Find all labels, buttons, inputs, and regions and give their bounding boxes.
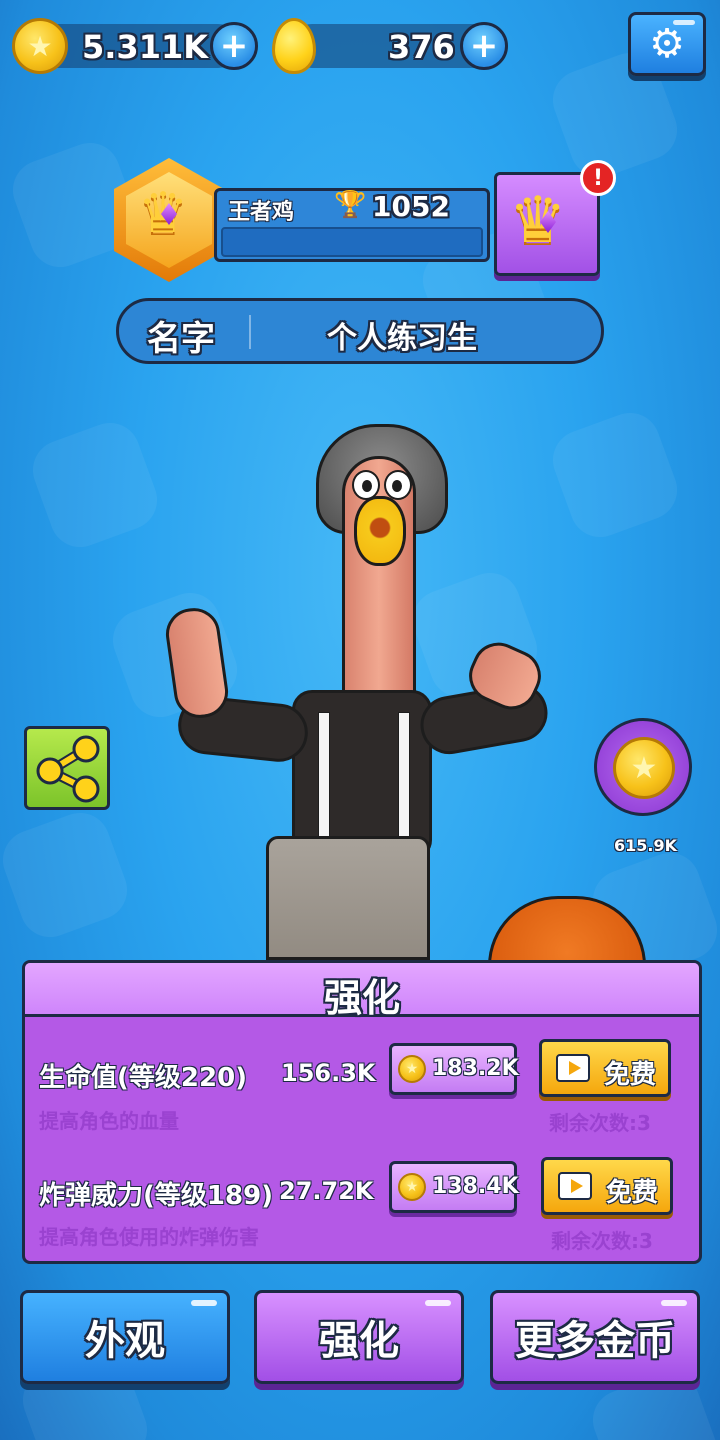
- coin-icon: ★: [398, 1055, 426, 1083]
- rank-title: 王者鸡: [228, 200, 295, 225]
- button-shine: [191, 1300, 217, 1306]
- video-play-icon: [556, 1054, 590, 1082]
- name-label: 名字: [147, 319, 215, 359]
- button-shine: [425, 1300, 451, 1306]
- trophy-icon: 🏆: [334, 190, 367, 220]
- free-upgrade-button[interactable]: 免费: [541, 1157, 673, 1215]
- crown-icon: ♛: [509, 184, 567, 258]
- stat-description: 提高角色的血量: [39, 1109, 179, 1133]
- coin-reward-amount: 615.9K: [614, 836, 678, 855]
- tab-label: 强化: [319, 1318, 399, 1364]
- add-gold-button[interactable]: +: [210, 22, 258, 70]
- upgrade-panel-title: 强化: [323, 976, 400, 1020]
- remaining-uses: 剩余次数:3: [549, 1111, 651, 1135]
- tab-upgrade[interactable]: 强化: [254, 1290, 464, 1384]
- share-button[interactable]: [24, 726, 110, 810]
- gear-icon: ⚙: [649, 21, 685, 67]
- stat-description: 提高角色使用的炸弹伤害: [39, 1225, 259, 1249]
- upgrade-panel: 强化 生命值(等级220) 156.3K ★ 183.2K 免费 提高角色的血量…: [22, 960, 702, 1264]
- rank-progress-bar: [221, 227, 483, 257]
- alert-badge: !: [580, 160, 616, 196]
- player-name: 个人练习生: [327, 321, 477, 356]
- remaining-uses: 剩余次数:3: [551, 1229, 653, 1253]
- trophy-count: 1052: [372, 190, 450, 223]
- free-label: 免费: [604, 1060, 657, 1090]
- upgrade-cost: 138.4K: [432, 1174, 519, 1199]
- settings-button[interactable]: ⚙: [628, 12, 706, 76]
- video-play-icon: [558, 1172, 592, 1200]
- name-divider: [249, 315, 251, 349]
- stat-value: 156.3K: [281, 1059, 376, 1087]
- name-bar[interactable]: 名字 个人练习生: [116, 298, 604, 364]
- upgrade-panel-header: 强化: [25, 963, 699, 1020]
- tab-more-coins[interactable]: 更多金币: [490, 1290, 700, 1384]
- free-label: 免费: [606, 1178, 659, 1208]
- coin-reward-button[interactable]: ★: [594, 718, 692, 816]
- coin-icon: ★: [613, 737, 675, 799]
- coin-icon: ★: [12, 18, 68, 74]
- tab-appearance[interactable]: 外观: [20, 1290, 230, 1384]
- free-upgrade-button[interactable]: 免费: [539, 1039, 671, 1097]
- golden-egg-icon: [272, 18, 316, 74]
- upgrade-cost-button[interactable]: ★ 138.4K: [389, 1161, 519, 1213]
- button-shine: [673, 20, 695, 25]
- stat-name: 生命值(等级220): [39, 1063, 248, 1093]
- share-icon: [36, 735, 100, 803]
- tab-label: 更多金币: [515, 1318, 675, 1364]
- upgrade-cost: 183.2K: [432, 1056, 519, 1081]
- tab-label: 外观: [85, 1318, 165, 1364]
- gold-amount: 5.311K: [82, 28, 209, 66]
- button-shine: [661, 1300, 687, 1306]
- stat-name: 炸弹威力(等级189): [39, 1181, 274, 1211]
- egg-amount: 376: [388, 28, 455, 66]
- upgrade-cost-button[interactable]: ★ 183.2K: [389, 1043, 519, 1095]
- coin-icon: ★: [398, 1173, 426, 1201]
- stat-value: 27.72K: [279, 1177, 374, 1205]
- add-eggs-button[interactable]: +: [460, 22, 508, 70]
